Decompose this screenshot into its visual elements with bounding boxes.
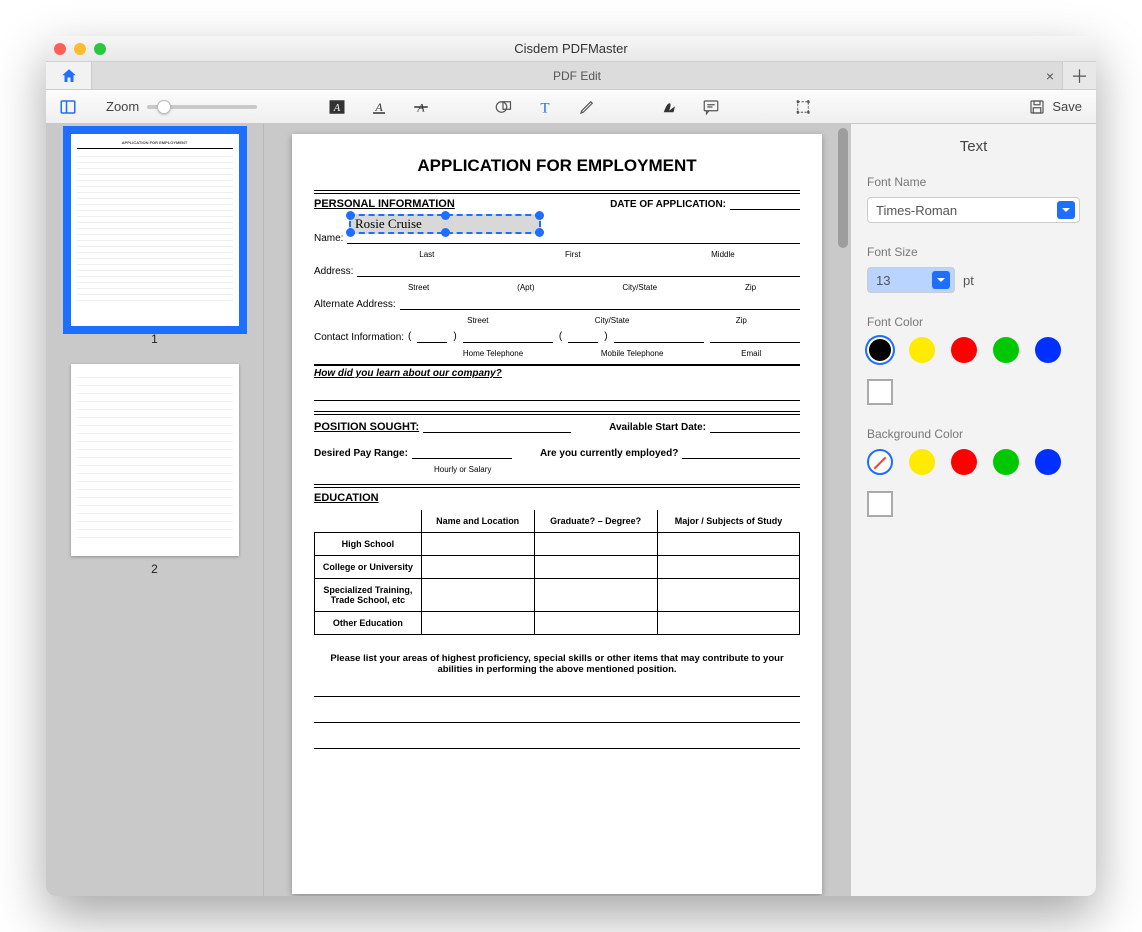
label-how-learn: How did you learn about our company? — [314, 368, 800, 379]
text-tool-icon: T — [536, 98, 554, 116]
label-date-application: DATE OF APPLICATION: — [610, 199, 726, 210]
add-tab-button[interactable]: ＋ — [1062, 62, 1096, 89]
thumbnail-page-2[interactable] — [71, 364, 239, 556]
properties-panel: Text Font Name Times-Roman Font Size 13 … — [850, 124, 1096, 896]
vertical-scrollbar[interactable] — [838, 128, 848, 869]
save-button[interactable]: Save — [1028, 98, 1082, 116]
text-selection-box[interactable]: Rosie Cruise — [349, 214, 541, 234]
sub-last: Last — [419, 250, 434, 259]
color-swatch-yellow[interactable] — [909, 337, 935, 363]
sub-middle: Middle — [711, 250, 735, 259]
proficiency-text: Please list your areas of highest profic… — [314, 653, 800, 675]
titlebar: Cisdem PDFMaster — [46, 36, 1096, 62]
font-color-swatches — [867, 337, 1080, 405]
color-swatch-custom[interactable] — [867, 379, 893, 405]
main-body: APPLICATION FOR EMPLOYMENT 1 2 APPLICATI… — [46, 124, 1096, 896]
text-block-icon: A — [328, 98, 346, 116]
bg-swatch-yellow[interactable] — [909, 449, 935, 475]
tab-label: PDF Edit — [553, 69, 601, 83]
comment-icon — [702, 98, 720, 116]
label-alt-address: Alternate Address: — [314, 299, 396, 310]
label-font-color: Font Color — [867, 315, 1080, 329]
page-1: APPLICATION FOR EMPLOYMENT PERSONAL INFO… — [292, 134, 822, 894]
pencil-button[interactable] — [575, 95, 599, 119]
thumbnail-panel: APPLICATION FOR EMPLOYMENT 1 2 — [46, 124, 264, 896]
bg-swatch-red[interactable] — [951, 449, 977, 475]
save-label: Save — [1052, 99, 1082, 114]
label-start-date: Available Start Date: — [609, 422, 706, 433]
zoom-slider-knob[interactable] — [157, 100, 171, 114]
doc-title: APPLICATION FOR EMPLOYMENT — [314, 156, 800, 176]
label-font-name: Font Name — [867, 175, 1080, 189]
chevron-down-icon — [1057, 201, 1075, 219]
close-tab-button[interactable]: × — [1046, 68, 1054, 84]
window-title: Cisdem PDFMaster — [46, 41, 1096, 56]
sidebar-toggle-button[interactable] — [56, 95, 80, 119]
section-education: EDUCATION — [314, 492, 800, 504]
svg-text:A: A — [333, 102, 341, 113]
home-button[interactable] — [46, 62, 92, 89]
thumbnail-label-2: 2 — [56, 562, 253, 576]
svg-text:A: A — [375, 99, 384, 113]
home-icon — [60, 67, 78, 85]
section-personal: PERSONAL INFORMATION — [314, 198, 455, 210]
color-swatch-black[interactable] — [867, 337, 893, 363]
toolbar: Zoom A A A T — [46, 90, 1096, 124]
comment-button[interactable] — [699, 95, 723, 119]
color-swatch-green[interactable] — [993, 337, 1019, 363]
underline-button[interactable]: A — [367, 95, 391, 119]
thumbnail-page-1[interactable]: APPLICATION FOR EMPLOYMENT — [71, 134, 239, 326]
tab-bar: PDF Edit × ＋ — [46, 62, 1096, 90]
font-name-value: Times-Roman — [876, 203, 957, 218]
svg-text:T: T — [541, 100, 550, 116]
sub-first: First — [565, 250, 581, 259]
text-style-button[interactable]: A — [325, 95, 349, 119]
pencil-icon — [578, 98, 596, 116]
text-tool-button[interactable]: T — [533, 95, 557, 119]
label-name: Name: — [314, 233, 343, 244]
label-contact: Contact Information: — [314, 332, 404, 343]
label-font-size: Font Size — [867, 245, 1080, 259]
bg-swatch-blue[interactable] — [1035, 449, 1061, 475]
label-employed: Are you currently employed? — [540, 448, 678, 459]
bg-swatch-green[interactable] — [993, 449, 1019, 475]
zoom-control: Zoom — [106, 99, 257, 114]
color-swatch-blue[interactable] — [1035, 337, 1061, 363]
zoom-label: Zoom — [106, 99, 139, 114]
crop-button[interactable] — [791, 95, 815, 119]
label-address: Address: — [314, 266, 353, 277]
sidebar-icon — [59, 98, 77, 116]
text-box-content: Rosie Cruise — [355, 216, 422, 231]
crop-icon — [794, 98, 812, 116]
thumbnail-label-1: 1 — [56, 332, 253, 346]
underline-icon: A — [370, 98, 388, 116]
save-icon — [1028, 98, 1046, 116]
signature-icon — [660, 98, 678, 116]
strikethrough-button[interactable]: A — [409, 95, 433, 119]
zoom-slider[interactable] — [147, 105, 257, 109]
bg-swatch-custom[interactable] — [867, 491, 893, 517]
signature-button[interactable] — [657, 95, 681, 119]
color-swatch-red[interactable] — [951, 337, 977, 363]
strikethrough-icon: A — [412, 98, 430, 116]
document-canvas[interactable]: APPLICATION FOR EMPLOYMENT PERSONAL INFO… — [264, 124, 850, 896]
font-size-select[interactable]: 13 — [867, 267, 955, 293]
app-window: Cisdem PDFMaster PDF Edit × ＋ Zoom A A — [46, 36, 1096, 896]
shape-icon — [494, 98, 512, 116]
panel-title: Text — [867, 138, 1080, 155]
font-size-unit: pt — [963, 273, 974, 288]
section-position: POSITION SOUGHT: — [314, 421, 419, 433]
chevron-down-icon — [932, 271, 950, 289]
color-swatch-none[interactable] — [867, 449, 893, 475]
label-bg-color: Background Color — [867, 427, 1080, 441]
tab-pdf-edit[interactable]: PDF Edit × — [92, 62, 1062, 89]
label-pay: Desired Pay Range: — [314, 448, 408, 459]
font-size-value: 13 — [876, 273, 890, 288]
font-name-select[interactable]: Times-Roman — [867, 197, 1080, 223]
education-table: Name and Location Graduate? – Degree? Ma… — [314, 510, 800, 635]
shape-button[interactable] — [491, 95, 515, 119]
bg-color-swatches — [867, 449, 1080, 517]
